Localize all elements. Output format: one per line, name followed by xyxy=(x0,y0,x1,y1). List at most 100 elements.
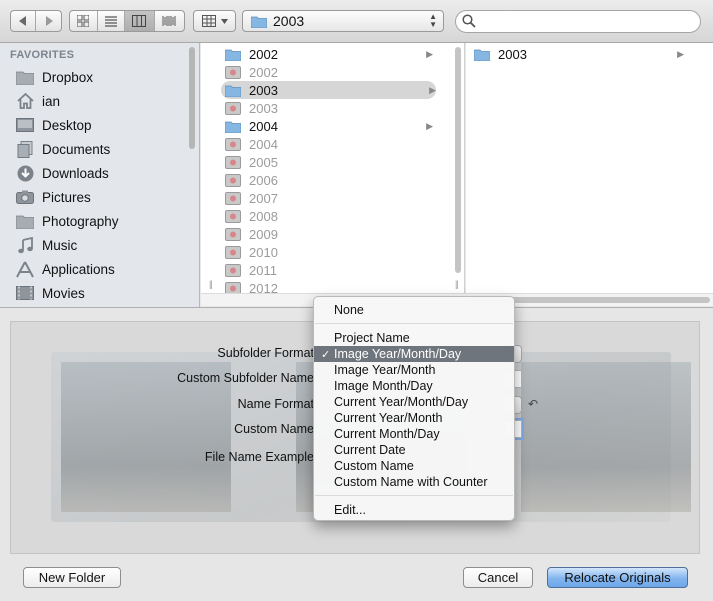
sidebar-scrollbar[interactable] xyxy=(189,47,195,149)
folder-icon xyxy=(225,47,242,62)
column-row-library[interactable]: 2010 xyxy=(201,243,451,261)
cover-flow-button[interactable] xyxy=(155,11,184,31)
icon-view-button[interactable] xyxy=(70,11,98,31)
column-1-scrollbar[interactable] xyxy=(455,47,461,273)
column-row-library[interactable]: 2006 xyxy=(201,171,451,189)
search-field[interactable] xyxy=(455,10,701,33)
menu-item-none[interactable]: None xyxy=(314,302,514,318)
photo-library-icon xyxy=(225,263,242,278)
updown-arrows-icon: ▲ ▼ xyxy=(429,12,437,29)
back-forward-control xyxy=(10,10,62,32)
menu-item-image-year-month[interactable]: Image Year/Month xyxy=(314,362,514,378)
view-mode-control xyxy=(69,10,185,32)
sidebar-item-photography[interactable]: Photography xyxy=(0,209,186,233)
disclosure-arrow-icon: ▶ xyxy=(426,120,433,131)
column-row-folder[interactable]: 2003 ▶ xyxy=(466,45,696,63)
photo-library-icon xyxy=(225,101,242,116)
folder-icon xyxy=(16,212,34,230)
row-label: 2003 xyxy=(249,82,278,98)
column-view-button[interactable] xyxy=(125,11,155,31)
list-view-icon xyxy=(104,15,117,27)
menu-item-current-month-day[interactable]: Current Month/Day xyxy=(314,426,514,442)
column-row-library[interactable]: 2004 xyxy=(201,135,451,153)
photo-library-icon xyxy=(225,281,242,293)
sidebar-item-dropbox[interactable]: Dropbox xyxy=(0,65,186,89)
relocate-originals-button[interactable]: Relocate Originals xyxy=(547,567,688,588)
disclosure-arrow-icon: ▶ xyxy=(677,48,684,59)
column-row-library[interactable]: 2002 xyxy=(201,63,451,81)
photo-library-icon xyxy=(225,173,242,188)
folder-icon xyxy=(225,119,242,134)
column-row-library[interactable]: 2007 xyxy=(201,189,451,207)
sidebar-item-movies[interactable]: Movies xyxy=(0,281,186,305)
row-label: 2008 xyxy=(249,208,278,224)
sidebar-item-documents[interactable]: Documents xyxy=(0,137,186,161)
back-button[interactable] xyxy=(11,11,36,31)
forward-button[interactable] xyxy=(36,11,61,31)
chevron-right-icon xyxy=(45,16,53,26)
menu-item-current-year-month[interactable]: Current Year/Month xyxy=(314,410,514,426)
cancel-button[interactable]: Cancel xyxy=(463,567,533,588)
column-row-library[interactable]: 2003 xyxy=(201,99,451,117)
row-label: 2003 xyxy=(249,100,278,116)
menu-item-current-year-month-day[interactable]: Current Year/Month/Day xyxy=(314,394,514,410)
menu-item-current-date[interactable]: Current Date xyxy=(314,442,514,458)
column-row-library[interactable]: 2012 xyxy=(201,279,451,293)
chevron-down-icon xyxy=(220,18,228,24)
revert-arrow-icon[interactable]: ↶ xyxy=(528,397,538,411)
new-folder-button[interactable]: New Folder xyxy=(23,567,121,588)
column-row-folder[interactable]: 2004 ▶ xyxy=(201,117,451,135)
icon-view-icon xyxy=(77,15,90,27)
movies-icon xyxy=(16,284,34,302)
sidebar-item-applications[interactable]: Applications xyxy=(0,257,186,281)
menu-separator xyxy=(315,323,513,324)
sidebar-item-pictures[interactable]: Pictures xyxy=(0,185,186,209)
column-row-folder[interactable]: 2002 ▶ xyxy=(201,45,451,63)
subfolder-format-menu: None Project Name ✓ Image Year/Month/Day… xyxy=(313,296,515,521)
sidebar-item-downloads[interactable]: Downloads xyxy=(0,161,186,185)
column-row-folder-selected[interactable]: 2003 ▶ xyxy=(221,81,436,99)
folder-icon xyxy=(225,83,242,98)
menu-item-label: Image Year/Month/Day xyxy=(334,347,462,361)
column-row-library[interactable]: 2011 xyxy=(201,261,451,279)
music-note-icon xyxy=(16,236,34,254)
sidebar-item-label: Documents xyxy=(42,141,111,157)
sidebar-item-desktop[interactable]: Desktop xyxy=(0,113,186,137)
downloads-icon xyxy=(16,164,34,182)
photo-library-icon xyxy=(225,137,242,152)
photo-library-icon xyxy=(225,245,242,260)
disclosure-arrow-icon: ▶ xyxy=(429,84,436,95)
arrange-button-content xyxy=(194,11,235,31)
photo-library-icon xyxy=(225,155,242,170)
camera-icon xyxy=(16,188,34,206)
sidebar-item-ian[interactable]: ian xyxy=(0,89,186,113)
column-row-library[interactable]: 2005 xyxy=(201,153,451,171)
row-label: 2011 xyxy=(249,262,277,278)
list-view-button[interactable] xyxy=(98,11,126,31)
custom-subfolder-name-label: Custom Subfolder Name xyxy=(177,371,314,385)
menu-item-image-month-day[interactable]: Image Month/Day xyxy=(314,378,514,394)
menu-item-custom-name[interactable]: Custom Name xyxy=(314,458,514,474)
browser-column-2: 2003 ▶ || xyxy=(466,43,713,293)
sidebar-item-music[interactable]: Music xyxy=(0,233,186,257)
column-resize-grip-icon[interactable]: || xyxy=(209,279,213,289)
menu-item-custom-name-with-counter[interactable]: Custom Name with Counter xyxy=(314,474,514,490)
menu-item-edit[interactable]: Edit... xyxy=(314,502,514,518)
column-row-library[interactable]: 2009 xyxy=(201,225,451,243)
checkmark-icon: ✓ xyxy=(321,348,331,361)
row-label: 2002 xyxy=(249,64,278,80)
column-row-library[interactable]: 2008 xyxy=(201,207,451,225)
name-format-label: Name Format xyxy=(237,397,314,411)
photo-library-icon xyxy=(225,227,242,242)
photo-library-icon xyxy=(225,65,242,80)
row-label: 2005 xyxy=(249,154,278,170)
cover-flow-icon xyxy=(162,16,176,26)
arrange-menu-button[interactable] xyxy=(193,10,236,32)
menu-item-project-name[interactable]: Project Name xyxy=(314,330,514,346)
path-popup[interactable]: 2003 ▲ ▼ xyxy=(242,10,444,32)
column-resize-grip-icon[interactable]: || xyxy=(455,279,459,289)
search-icon xyxy=(462,14,476,28)
menu-item-image-year-month-day[interactable]: ✓ Image Year/Month/Day xyxy=(314,346,514,362)
chevron-left-icon xyxy=(19,16,26,26)
row-label: 2007 xyxy=(249,190,278,206)
